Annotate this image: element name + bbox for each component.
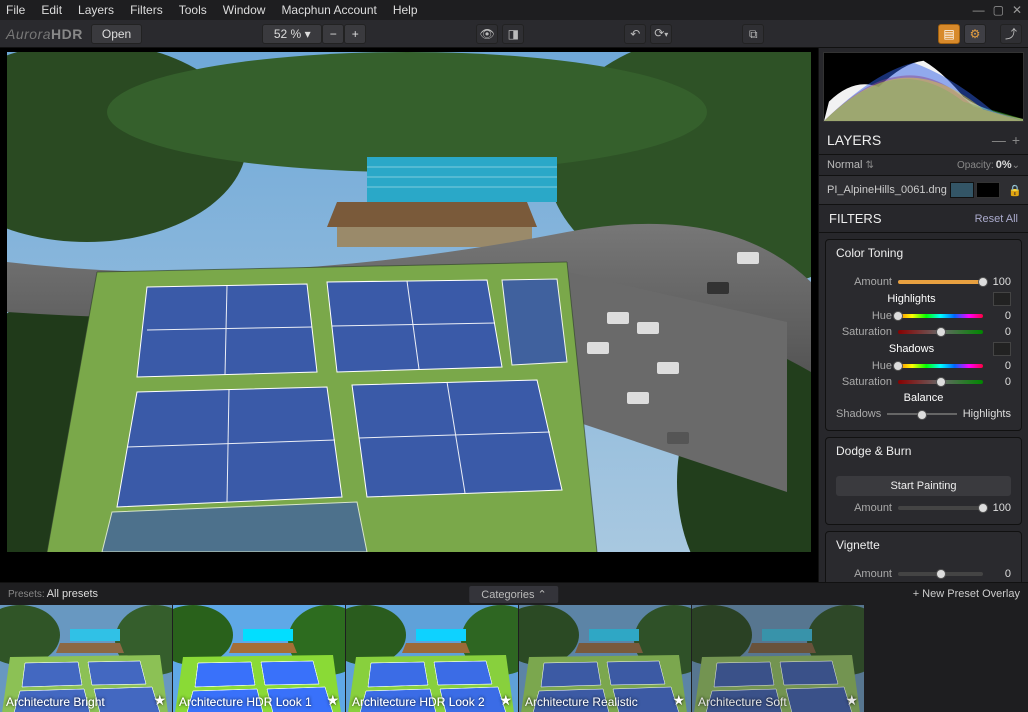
open-button[interactable]: Open — [91, 24, 142, 44]
presets-panel: Presets: All presets Categories ⌃ + New … — [0, 582, 1028, 712]
favorite-icon[interactable]: ★ — [326, 692, 339, 709]
ct-sh-hue-value: 0 — [989, 360, 1011, 372]
dodge-burn-header[interactable]: Dodge & Burn — [826, 438, 1021, 464]
maximize-icon[interactable]: ▢ — [993, 3, 1004, 17]
minimize-icon[interactable]: — — [973, 3, 985, 17]
ct-sh-hue-label: Hue — [836, 360, 892, 372]
vg-amount-slider[interactable] — [898, 572, 983, 576]
ct-hl-sat-label: Saturation — [836, 326, 892, 338]
vg-amount-label: Amount — [836, 568, 892, 580]
opacity-label: Opacity: — [957, 160, 994, 171]
ct-hl-sat-value: 0 — [989, 326, 1011, 338]
preset-item[interactable]: Architecture HDR Look 1 ★ — [173, 605, 345, 712]
favorite-icon[interactable]: ★ — [153, 692, 166, 709]
ct-amount-value: 100 — [989, 276, 1011, 288]
preset-name: Architecture Soft — [698, 695, 787, 709]
toolbar: AuroraHDR Open 52 % ▾ − + 👁 ◨ ↶ ⟳▾ ⧉ ▤ ⚙… — [0, 20, 1028, 48]
filters-title: FILTERS — [829, 211, 882, 226]
crop-icon[interactable]: ⧉ — [742, 24, 764, 44]
photo-preview — [7, 52, 811, 552]
ct-hl-sat-slider[interactable] — [898, 330, 983, 334]
presets-set[interactable]: All presets — [47, 588, 98, 600]
ct-sh-sat-label: Saturation — [836, 376, 892, 388]
ct-amount-slider[interactable] — [898, 280, 983, 284]
ct-shadows-swatch[interactable] — [993, 342, 1011, 356]
undo-icon[interactable]: ↶ — [624, 24, 646, 44]
ct-shadows-label: Shadows — [836, 343, 987, 355]
zoom-out-button[interactable]: − — [322, 24, 344, 44]
ct-balance-label: Balance — [836, 392, 1011, 404]
menubar: File Edit Layers Filters Tools Window Ma… — [0, 0, 1028, 20]
favorite-icon[interactable]: ★ — [499, 692, 512, 709]
db-amount-label: Amount — [836, 502, 892, 514]
menu-account[interactable]: Macphun Account — [281, 3, 376, 17]
panel-presets-icon[interactable]: ▤ — [938, 24, 960, 44]
zoom-dropdown[interactable]: 52 % ▾ — [262, 24, 322, 44]
favorite-icon[interactable]: ★ — [672, 692, 685, 709]
menu-help[interactable]: Help — [393, 3, 418, 17]
ct-balance-slider[interactable] — [887, 413, 956, 415]
ct-hl-hue-label: Hue — [836, 310, 892, 322]
layers-header: LAYERS — + — [819, 126, 1028, 155]
compare-icon[interactable]: ◨ — [502, 24, 524, 44]
ct-sh-hue-slider[interactable] — [898, 364, 983, 368]
preset-name: Architecture Bright — [6, 695, 105, 709]
vignette-header[interactable]: Vignette — [826, 532, 1021, 558]
preset-name: Architecture Realistic — [525, 695, 638, 709]
ct-hl-hue-slider[interactable] — [898, 314, 983, 318]
canvas[interactable] — [0, 48, 818, 582]
ct-balance-left: Shadows — [836, 408, 881, 420]
layer-name: PI_AlpineHills_0061.dng — [827, 184, 947, 196]
ct-amount-label: Amount — [836, 276, 892, 288]
history-icon[interactable]: ⟳▾ — [650, 24, 672, 44]
filter-vignette: Vignette Amount0 Size50 Roundness0 Feath… — [825, 531, 1022, 582]
histogram — [823, 52, 1024, 122]
color-toning-header[interactable]: Color Toning — [826, 240, 1021, 266]
zoom-in-button[interactable]: + — [344, 24, 366, 44]
blend-mode-dropdown[interactable]: Normal ⇅ — [827, 159, 874, 171]
menu-filters[interactable]: Filters — [130, 3, 163, 17]
ct-highlights-label: Highlights — [836, 293, 987, 305]
lock-icon: 🔒 — [1008, 184, 1020, 196]
layer-mask — [976, 182, 1000, 198]
opacity-dropdown[interactable]: 0%⌄ — [996, 159, 1020, 171]
db-amount-value: 100 — [989, 502, 1011, 514]
preset-item[interactable]: Architecture Soft ★ — [692, 605, 864, 712]
ct-hl-hue-value: 0 — [989, 310, 1011, 322]
add-layer-icon[interactable]: + — [1012, 132, 1020, 148]
layers-collapse-icon[interactable]: — — [992, 132, 1006, 148]
presets-label: Presets: — [8, 589, 45, 600]
ct-sh-sat-slider[interactable] — [898, 380, 983, 384]
reset-all-button[interactable]: Reset All — [975, 213, 1018, 225]
db-amount-slider[interactable] — [898, 506, 983, 510]
ct-sh-sat-value: 0 — [989, 376, 1011, 388]
close-icon[interactable]: ✕ — [1012, 3, 1022, 17]
panel-filters-icon[interactable]: ⚙ — [964, 24, 986, 44]
layer-row[interactable]: PI_AlpineHills_0061.dng 🔒 — [819, 176, 1028, 205]
preview-icon[interactable]: 👁 — [476, 24, 498, 44]
preset-item[interactable]: Architecture Realistic ★ — [519, 605, 691, 712]
preset-item[interactable]: Architecture HDR Look 2 ★ — [346, 605, 518, 712]
categories-dropdown[interactable]: Categories ⌃ — [469, 586, 558, 603]
preset-name: Architecture HDR Look 1 — [179, 695, 312, 709]
filter-dodge-burn: Dodge & Burn Start Painting Amount 100 — [825, 437, 1022, 525]
menu-edit[interactable]: Edit — [41, 3, 62, 17]
menu-file[interactable]: File — [6, 3, 25, 17]
menu-tools[interactable]: Tools — [179, 3, 207, 17]
start-painting-button[interactable]: Start Painting — [836, 476, 1011, 496]
app-logo: AuroraHDR — [6, 26, 83, 42]
vg-amount-value: 0 — [989, 568, 1011, 580]
menu-layers[interactable]: Layers — [78, 3, 114, 17]
ct-highlights-swatch[interactable] — [993, 292, 1011, 306]
preset-name: Architecture HDR Look 2 — [352, 695, 485, 709]
layer-thumb — [950, 182, 974, 198]
new-preset-overlay[interactable]: + New Preset Overlay — [913, 588, 1020, 600]
preset-item[interactable]: Architecture Bright ★ — [0, 605, 172, 712]
favorite-icon[interactable]: ★ — [845, 692, 858, 709]
export-icon[interactable]: ⤴ — [1000, 24, 1022, 44]
right-panel: LAYERS — + Normal ⇅ Opacity: 0%⌄ PI_Alpi… — [818, 48, 1028, 582]
filter-color-toning: Color Toning Amount 100 Highlights Hue 0 — [825, 239, 1022, 431]
menu-window[interactable]: Window — [223, 3, 266, 17]
ct-balance-right: Highlights — [963, 408, 1011, 420]
